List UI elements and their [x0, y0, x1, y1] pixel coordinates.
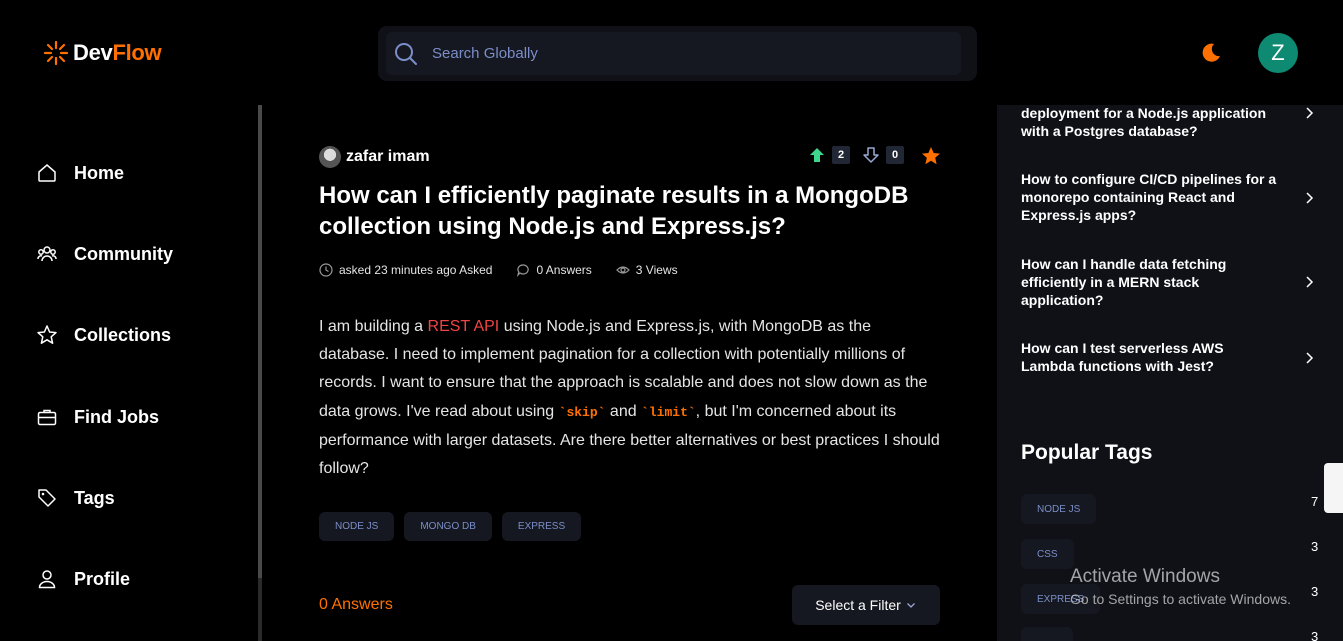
popular-tag-count: 3 — [1311, 629, 1319, 641]
popular-tag[interactable] — [1021, 627, 1073, 641]
hot-question-item[interactable]: How to configure CI/CD pipelines for a m… — [1021, 170, 1281, 224]
asked-time: asked 23 minutes ago Asked — [339, 263, 493, 277]
answers-meta: 0 Answers — [536, 263, 592, 277]
clock-icon — [319, 263, 333, 277]
sidebar-item-collections[interactable]: Collections — [36, 324, 171, 346]
answer-filter-select[interactable]: Select a Filter — [792, 585, 940, 625]
author-name: zafar imam — [346, 148, 430, 165]
question-meta: asked 23 minutes ago Asked 0 Answers 3 V… — [319, 263, 678, 277]
users-icon — [37, 246, 57, 262]
top-navbar: DevFlow Z — [0, 0, 1343, 105]
user-avatar[interactable]: Z — [1258, 33, 1298, 73]
sidebar-item-find-jobs[interactable]: Find Jobs — [36, 406, 159, 428]
upvote-icon[interactable] — [808, 146, 826, 164]
sidebar-item-profile[interactable]: Profile — [36, 568, 130, 590]
hot-question-item[interactable]: How can I test serverless AWS Lambda fun… — [1021, 339, 1281, 375]
tag-express[interactable]: EXPRESS — [501, 512, 582, 541]
search-input[interactable] — [432, 40, 932, 66]
question-title: How can I efficiently paginate results i… — [319, 182, 909, 240]
search-icon — [395, 43, 417, 65]
sidebar-item-home[interactable]: Home — [36, 162, 124, 184]
question-tags: NODE JS MONGO DB EXPRESS — [319, 512, 582, 541]
windows-watermark-title: Activate Windows — [1070, 566, 1220, 587]
logo-icon — [43, 40, 69, 66]
chevron-down-icon — [906, 603, 915, 608]
moon-icon[interactable] — [1199, 41, 1223, 65]
vote-controls: 2 0 — [808, 146, 904, 164]
tag-mongo-db[interactable]: MONGO DB — [404, 512, 492, 541]
chevron-right-icon[interactable] — [1302, 275, 1316, 289]
sidebar-item-label: Profile — [74, 568, 131, 589]
author-avatar — [319, 146, 341, 168]
side-panel-handle[interactable] — [1324, 463, 1343, 513]
popular-tag-count: 7 — [1311, 494, 1319, 509]
chevron-right-icon[interactable] — [1302, 191, 1316, 205]
question-body: I am building a REST API using Node.js a… — [319, 318, 940, 478]
answers-count: 0 Answers — [319, 596, 393, 613]
views-meta: 3 Views — [635, 263, 678, 277]
hot-question-item[interactable]: deployment for a Node.js application wit… — [1021, 104, 1281, 140]
global-search — [378, 26, 977, 81]
sidebar-item-label: Home — [74, 162, 125, 183]
user-icon — [38, 570, 56, 589]
popular-tag-count: 3 — [1311, 539, 1319, 554]
popular-tag[interactable]: CSS — [1021, 539, 1074, 569]
tag-node-js[interactable]: NODE JS — [319, 512, 395, 541]
sidebar-item-label: Collections — [74, 324, 172, 345]
filter-label: Select a Filter — [815, 597, 901, 613]
chevron-right-icon[interactable] — [1302, 106, 1316, 120]
code-skip: `skip` — [558, 404, 606, 420]
logo[interactable]: DevFlow — [43, 40, 162, 66]
windows-watermark-subtitle: Go to Settings to activate Windows. — [1070, 591, 1291, 607]
sidebar-item-community[interactable]: Community — [36, 243, 173, 265]
downvote-icon[interactable] — [862, 146, 880, 164]
logo-text: DevFlow — [73, 40, 162, 65]
sidebar-item-label: Community — [74, 243, 173, 264]
code-limit: `limit` — [641, 404, 696, 420]
popular-tag-count: 3 — [1311, 584, 1319, 599]
sidebar-item-label: Tags — [74, 487, 115, 508]
hot-question-item[interactable]: How can I handle data fetching efficient… — [1021, 255, 1281, 309]
message-icon — [517, 264, 530, 277]
downvote-count: 0 — [886, 146, 904, 164]
rest-api-link[interactable]: REST API — [428, 318, 500, 335]
sidebar-item-label: Find Jobs — [74, 406, 159, 427]
save-star-icon[interactable] — [920, 145, 942, 167]
sidebar-item-tags[interactable]: Tags — [36, 487, 115, 509]
question-author[interactable]: zafar imam — [319, 146, 430, 168]
home-icon — [38, 164, 56, 182]
eye-icon — [615, 266, 630, 274]
briefcase-icon — [37, 409, 57, 426]
upvote-count: 2 — [832, 146, 850, 164]
tag-icon — [38, 489, 56, 507]
left-sidebar — [0, 105, 258, 641]
star-icon — [37, 325, 57, 344]
popular-tag[interactable]: NODE JS — [1021, 494, 1097, 524]
popular-tags-title: Popular Tags — [1021, 441, 1153, 464]
chevron-right-icon[interactable] — [1302, 351, 1316, 365]
